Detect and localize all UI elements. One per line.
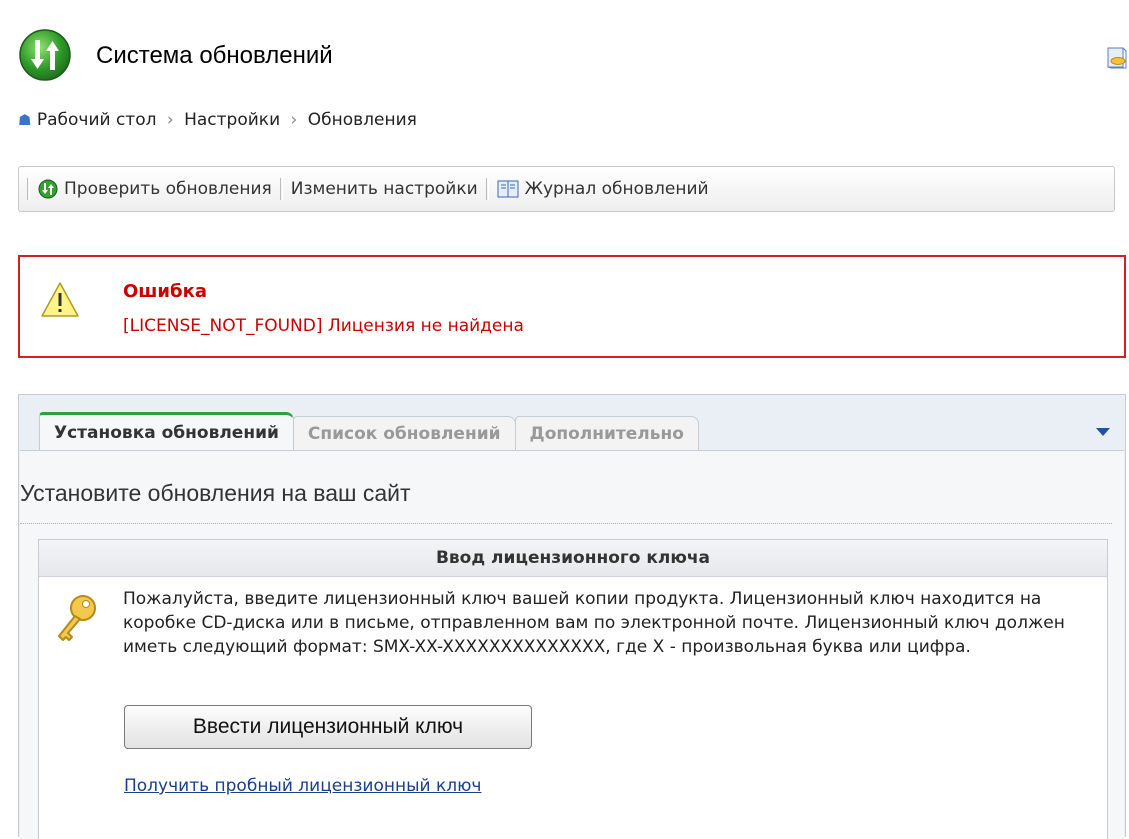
page-title: Система обновлений xyxy=(96,42,333,69)
license-instructions: Пожалуйста, введите лицензионный ключ ва… xyxy=(123,589,1065,657)
page-header: Система обновлений xyxy=(18,28,1128,90)
toolbar-divider xyxy=(485,178,489,200)
toolbar: Проверить обновления Изменить настройки … xyxy=(18,166,1115,212)
breadcrumb-separator: › xyxy=(166,110,174,130)
home-icon[interactable]: ☗ xyxy=(18,111,31,129)
breadcrumb: ☗ Рабочий стол › Настройки › Обновления xyxy=(18,110,417,130)
tab-updates-list[interactable]: Список обновлений xyxy=(292,416,516,450)
check-updates-label: Проверить обновления xyxy=(64,179,272,199)
error-title: Ошибка xyxy=(123,281,207,302)
divider xyxy=(20,523,1112,524)
toolbar-divider xyxy=(27,178,30,200)
tab-bar: Установка обновлений Список обновлений Д… xyxy=(39,412,699,450)
license-key-box: Ввод лицензионного ключа Пожалуйста, вве… xyxy=(38,539,1108,839)
help-book-icon[interactable] xyxy=(1106,46,1128,70)
change-settings-label: Изменить настройки xyxy=(290,179,478,199)
update-logo-icon xyxy=(19,29,71,81)
tab-install-updates[interactable]: Установка обновлений xyxy=(39,412,294,450)
error-message: [LICENSE_NOT_FOUND] Лицензия не найдена xyxy=(123,316,524,336)
check-updates-icon xyxy=(38,179,58,199)
tab-content: Установите обновления на ваш сайт Ввод л… xyxy=(20,450,1124,839)
warning-icon xyxy=(41,282,79,317)
updates-panel: Установка обновлений Список обновлений Д… xyxy=(18,394,1126,839)
change-settings-button[interactable]: Изменить настройки xyxy=(291,179,478,199)
journal-icon xyxy=(497,180,519,198)
update-log-button[interactable]: Журнал обновлений xyxy=(497,179,709,199)
error-message-box: Ошибка [LICENSE_NOT_FOUND] Лицензия не н… xyxy=(18,255,1126,358)
toolbar-divider xyxy=(279,178,283,200)
enter-license-key-button[interactable]: Ввести лицензионный ключ xyxy=(124,705,532,749)
get-trial-key-link[interactable]: Получить пробный лицензионный ключ xyxy=(124,776,481,796)
check-updates-button[interactable]: Проверить обновления xyxy=(38,179,272,199)
update-log-label: Журнал обновлений xyxy=(524,179,709,199)
breadcrumb-item-settings[interactable]: Настройки xyxy=(184,110,280,130)
breadcrumb-separator: › xyxy=(290,110,298,130)
tab-additional[interactable]: Дополнительно xyxy=(514,416,699,450)
tab-menu-arrow-icon[interactable] xyxy=(1096,428,1110,436)
breadcrumb-item-desktop[interactable]: Рабочий стол xyxy=(37,110,157,130)
content-title: Установите обновления на ваш сайт xyxy=(20,480,411,506)
license-box-header: Ввод лицензионного ключа xyxy=(39,540,1107,577)
breadcrumb-item-updates: Обновления xyxy=(307,110,417,130)
key-icon xyxy=(58,595,96,641)
